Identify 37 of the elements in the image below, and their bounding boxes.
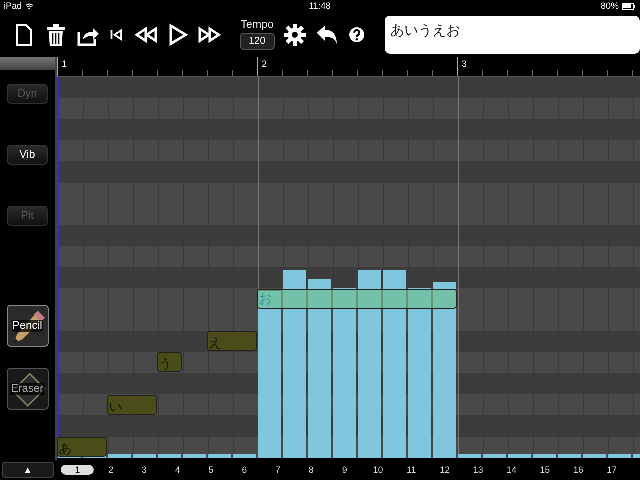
page-number[interactable]: 15 <box>528 465 562 475</box>
settings-icon[interactable] <box>282 22 307 46</box>
page-number[interactable]: 8 <box>294 465 328 475</box>
ruler-corner <box>0 57 55 70</box>
tempo-label: Tempo <box>240 19 274 31</box>
page-number[interactable]: 3 <box>128 465 162 475</box>
page-number[interactable]: 13 <box>462 465 496 475</box>
trash-icon[interactable] <box>44 22 68 46</box>
pencil-tool-button[interactable]: Pencil <box>6 305 48 347</box>
page-number[interactable]: 12 <box>428 465 462 475</box>
page-number[interactable]: 17 <box>595 465 629 475</box>
device-name: iPad <box>4 1 22 11</box>
measure-number: 1 <box>62 59 68 69</box>
eraser-tool-button[interactable]: Eraser <box>6 368 48 410</box>
page-number[interactable]: 14 <box>495 465 528 475</box>
measure-number: 3 <box>462 59 468 69</box>
clock: 11:48 <box>309 1 331 11</box>
page-number[interactable]: 4 <box>161 465 195 475</box>
timeline-ruler[interactable]: 1 2 3 <box>57 57 640 77</box>
page-number[interactable]: 9 <box>328 465 362 475</box>
battery-percent: 80% <box>600 1 619 11</box>
page-number[interactable]: 16 <box>562 465 596 475</box>
page-number[interactable]: 10 <box>362 465 395 475</box>
page-number[interactable]: 11 <box>394 465 428 475</box>
wifi-icon <box>25 2 34 10</box>
page-number[interactable]: 2 <box>94 465 128 475</box>
page-number[interactable]: 7 <box>261 465 295 475</box>
expand-button[interactable]: ▲ <box>2 462 54 478</box>
help-icon[interactable] <box>346 24 367 44</box>
tempo-field[interactable]: 120 <box>240 33 275 50</box>
vibrato-button[interactable]: Vib <box>7 145 48 165</box>
page-number[interactable]: 5 <box>194 465 228 475</box>
lyrics-field[interactable]: あいうえお <box>384 16 640 54</box>
battery-icon <box>622 2 636 10</box>
page-number[interactable]: 1 <box>61 465 94 475</box>
page-number[interactable]: 6 <box>228 465 262 475</box>
measure-number: 2 <box>262 59 268 69</box>
